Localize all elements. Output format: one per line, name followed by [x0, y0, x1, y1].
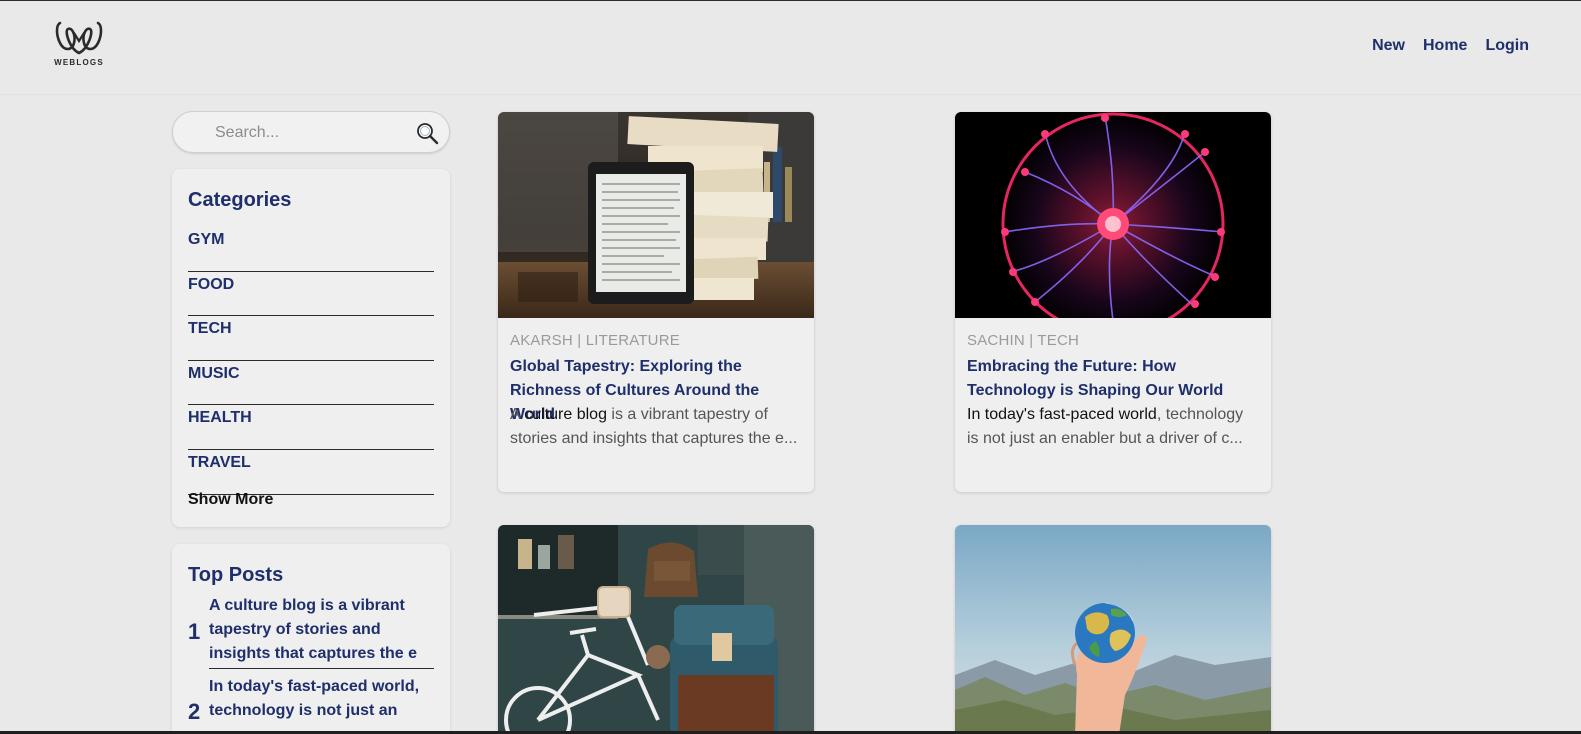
category-item-gym[interactable]: GYM: [188, 227, 434, 272]
categories-title: Categories: [188, 189, 292, 211]
category-item-tech[interactable]: TECH: [188, 316, 434, 361]
post-meta: AKARSH | LITERATURE: [510, 332, 680, 349]
category-item-health[interactable]: HEALTH: [188, 405, 434, 450]
excerpt-highlight: culture blog: [524, 406, 607, 423]
category-label: TRAVEL: [188, 453, 251, 471]
category-label: FOOD: [188, 275, 235, 293]
books-ereader-image: [498, 112, 814, 318]
nav-login[interactable]: Login: [1485, 37, 1529, 55]
globe-hand-image: [955, 525, 1271, 731]
show-more-link[interactable]: Show More: [188, 491, 273, 509]
nav-home[interactable]: Home: [1423, 37, 1467, 55]
category-item-music[interactable]: MUSIC: [188, 361, 434, 406]
category-list: GYM FOOD TECH MUSIC HEALTH TRAVEL: [188, 227, 434, 495]
excerpt-highlight: In today's fast-paced world: [967, 406, 1157, 423]
search-bar: [172, 111, 450, 153]
plasma-ball-image: [955, 112, 1271, 318]
top-post-rank: 1: [188, 619, 201, 644]
post-card[interactable]: [498, 525, 814, 731]
category-item-travel[interactable]: TRAVEL: [188, 450, 434, 495]
post-excerpt: In today's fast-paced world, technology …: [967, 403, 1259, 451]
search-input[interactable]: [213, 122, 407, 144]
top-posts-title: Top Posts: [188, 564, 284, 586]
search-icon[interactable]: [415, 121, 439, 145]
post-meta: SACHIN | TECH: [967, 332, 1080, 349]
bicycle-suitcase-image: [498, 525, 814, 731]
top-post-text[interactable]: In today's fast-paced world, technology …: [209, 675, 434, 723]
excerpt-lead: A: [510, 406, 520, 423]
post-card[interactable]: [955, 525, 1271, 731]
weblogs-logo-icon: [55, 21, 103, 55]
post-excerpt: A culture blog is a vibrant tapestry of …: [510, 403, 802, 451]
top-post-rank: 2: [188, 699, 201, 724]
page: WEBLOGS New Home Login Categories GYM FO…: [0, 0, 1581, 734]
category-label: MUSIC: [188, 364, 240, 382]
main-nav: New Home Login: [1372, 37, 1529, 55]
top-post-item[interactable]: 1 A culture blog is a vibrant tapestry o…: [188, 594, 434, 669]
nav-new[interactable]: New: [1372, 37, 1405, 55]
post-image-bicycle[interactable]: [498, 525, 814, 731]
category-label: HEALTH: [188, 409, 252, 427]
logo[interactable]: WEBLOGS: [50, 19, 108, 69]
category-label: GYM: [188, 231, 225, 248]
header: WEBLOGS New Home Login: [0, 1, 1581, 95]
post-title[interactable]: Embracing the Future: How Technology is …: [967, 355, 1259, 403]
logo-text: WEBLOGS: [54, 58, 104, 67]
post-image-globe[interactable]: [955, 525, 1271, 731]
top-posts-panel: Top Posts 1 A culture blog is a vibrant …: [172, 544, 450, 731]
post-image-plasma[interactable]: [955, 112, 1271, 318]
post-card[interactable]: AKARSH | LITERATURE Global Tapestry: Exp…: [498, 112, 814, 492]
category-label: TECH: [188, 320, 232, 338]
post-card[interactable]: SACHIN | TECH Embracing the Future: How …: [955, 112, 1271, 492]
top-post-text[interactable]: A culture blog is a vibrant tapestry of …: [209, 594, 434, 669]
category-item-food[interactable]: FOOD: [188, 272, 434, 317]
categories-panel: Categories GYM FOOD TECH MUSIC HEALTH TR…: [172, 169, 450, 527]
post-image-books[interactable]: [498, 112, 814, 318]
